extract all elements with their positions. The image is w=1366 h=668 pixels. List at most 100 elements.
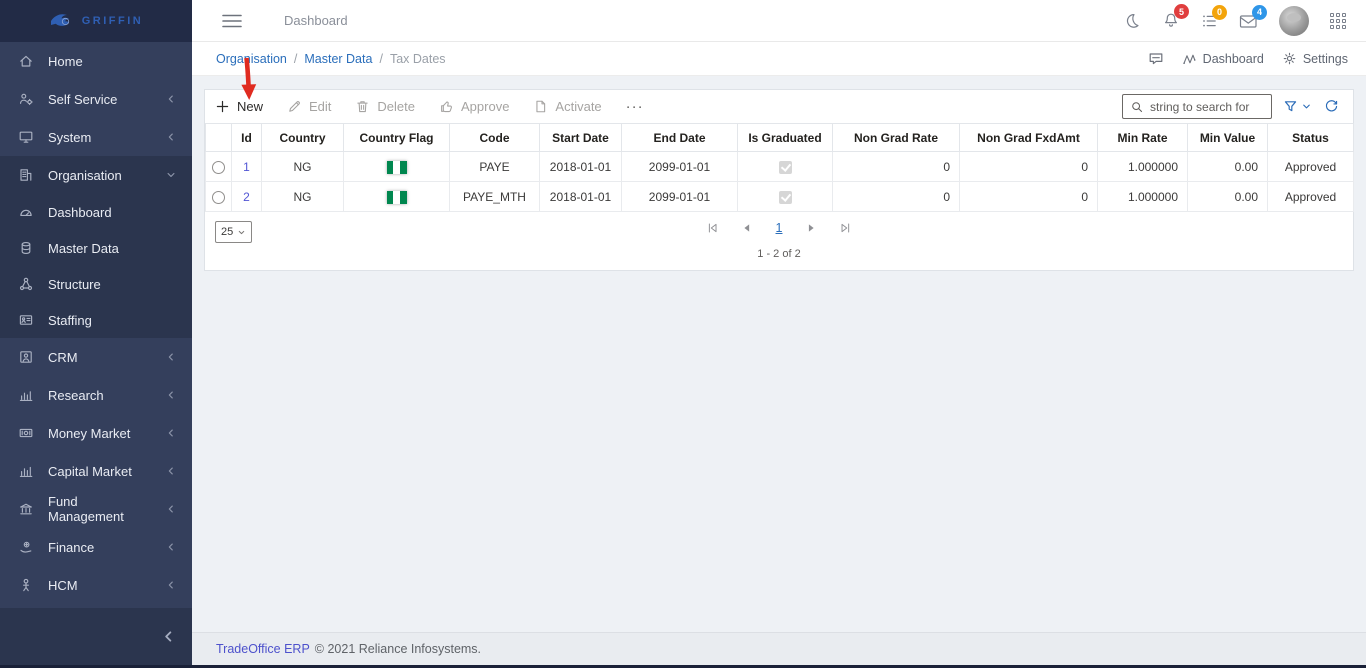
hamburger-menu-icon[interactable] (222, 14, 242, 28)
user-avatar[interactable] (1279, 6, 1309, 36)
comment-button[interactable] (1148, 52, 1164, 66)
chevron-left-icon (166, 352, 176, 362)
column-header-country-flag[interactable]: Country Flag (344, 124, 450, 152)
notifications-badge: 5 (1174, 4, 1189, 19)
chevron-left-icon (166, 390, 176, 400)
page-title: Dashboard (284, 13, 348, 28)
sidebar-item-hcm[interactable]: HCM (0, 566, 192, 604)
column-header-end-date[interactable]: End Date (622, 124, 738, 152)
gear-icon (1282, 51, 1297, 66)
first-page-button[interactable] (706, 221, 720, 235)
sidebar-collapse-button[interactable] (0, 608, 192, 665)
column-header-non-grad-fxdamt[interactable]: Non Grad FxdAmt (960, 124, 1098, 152)
edit-button[interactable]: Edit (287, 99, 331, 114)
dashboard-link[interactable]: Dashboard (1182, 52, 1264, 66)
logo[interactable]: GRIFFIN (0, 0, 192, 42)
new-button[interactable]: New (215, 99, 263, 114)
activity-icon (1182, 52, 1197, 66)
cell-min-rate: 1.000000 (1098, 182, 1188, 212)
chevron-left-icon (166, 94, 176, 104)
sidebar-item-money-market[interactable]: Money Market (0, 414, 192, 452)
column-header-start-date[interactable]: Start Date (540, 124, 622, 152)
footer-copyright: © 2021 Reliance Infosystems. (315, 642, 481, 656)
chevron-left-icon (166, 542, 176, 552)
sidebar-item-self-service[interactable]: Self Service (0, 80, 192, 118)
dashboard-icon (18, 204, 34, 220)
approve-button[interactable]: Approve (439, 99, 509, 114)
cell-min-value: 0.00 (1188, 152, 1268, 182)
table-header-row: Id Country Country Flag Code Start Date … (206, 124, 1354, 152)
previous-page-button[interactable] (740, 221, 754, 235)
tasks-button[interactable]: 0 (1201, 13, 1218, 29)
row-id-link[interactable]: 1 (243, 160, 250, 174)
row-select-radio[interactable] (212, 191, 225, 204)
activate-button[interactable]: Activate (533, 99, 601, 114)
column-header-min-value[interactable]: Min Value (1188, 124, 1268, 152)
more-actions-button[interactable]: ··· (626, 98, 644, 115)
table-row: 1 NG PAYE 2018-01-01 2099-01-01 0 0 1.00… (206, 152, 1354, 182)
trash-icon (355, 99, 370, 114)
next-page-button[interactable] (804, 221, 818, 235)
sidebar-item-capital-market[interactable]: Capital Market (0, 452, 192, 490)
column-header-non-grad-rate[interactable]: Non Grad Rate (833, 124, 960, 152)
tasks-badge: 0 (1212, 5, 1227, 20)
page-size-select[interactable]: 25 (215, 221, 252, 243)
table-row: 2 NG PAYE_MTH 2018-01-01 2099-01-01 0 0 … (206, 182, 1354, 212)
chevron-left-icon (166, 428, 176, 438)
row-id-link[interactable]: 2 (243, 190, 250, 204)
messages-button[interactable]: 4 (1239, 13, 1258, 29)
plus-icon (215, 99, 230, 114)
logo-text: GRIFFIN (82, 15, 144, 27)
pagination-summary: 1 - 2 of 2 (757, 248, 800, 260)
column-header-status[interactable]: Status (1268, 124, 1354, 152)
cell-status: Approved (1268, 182, 1354, 212)
column-header-is-graduated[interactable]: Is Graduated (738, 124, 833, 152)
page-number-current[interactable]: 1 (774, 221, 785, 235)
sidebar-group-organisation: Organisation Dashboard Master Data Struc… (0, 156, 192, 338)
select-column-header (206, 124, 232, 152)
sidebar-item-home[interactable]: Home (0, 42, 192, 80)
row-select-radio[interactable] (212, 161, 225, 174)
apps-grid-icon[interactable] (1330, 13, 1346, 29)
sidebar-item-organisation[interactable]: Organisation (0, 156, 192, 194)
refresh-button[interactable] (1324, 99, 1339, 114)
capital-market-icon (18, 463, 34, 479)
search-area (1122, 94, 1343, 119)
sidebar-item-research[interactable]: Research (0, 376, 192, 414)
column-header-min-rate[interactable]: Min Rate (1098, 124, 1188, 152)
footer-brand-link[interactable]: TradeOffice ERP (216, 642, 310, 656)
column-header-country[interactable]: Country (262, 124, 344, 152)
search-box (1122, 94, 1272, 119)
settings-link[interactable]: Settings (1282, 51, 1348, 66)
delete-button[interactable]: Delete (355, 99, 415, 114)
system-icon (18, 129, 34, 145)
sidebar-item-finance[interactable]: Finance (0, 528, 192, 566)
sidebar-item-system[interactable]: System (0, 118, 192, 156)
sidebar: GRIFFIN Home Self Service System Organis… (0, 0, 192, 668)
notifications-button[interactable]: 5 (1162, 12, 1180, 29)
sidebar-item-fund-management[interactable]: Fund Management (0, 490, 192, 528)
sidebar-item-master-data[interactable]: Master Data (0, 230, 192, 266)
document-icon (533, 99, 548, 114)
breadcrumb-master-data[interactable]: Master Data (304, 52, 372, 66)
sidebar-item-structure[interactable]: Structure (0, 266, 192, 302)
dark-mode-button[interactable] (1123, 12, 1141, 30)
column-header-id[interactable]: Id (232, 124, 262, 152)
breadcrumb-separator: / (294, 52, 297, 66)
toolbar: New Edit Delete Approve Activate (205, 90, 1353, 123)
tax-dates-table: Id Country Country Flag Code Start Date … (205, 123, 1354, 212)
breadcrumb-organisation[interactable]: Organisation (216, 52, 287, 66)
cell-non-grad-rate: 0 (833, 152, 960, 182)
last-page-button[interactable] (838, 221, 852, 235)
search-input[interactable] (1150, 100, 1264, 114)
cell-country: NG (262, 152, 344, 182)
column-header-code[interactable]: Code (450, 124, 540, 152)
crm-icon (18, 349, 34, 365)
sidebar-item-dashboard[interactable]: Dashboard (0, 194, 192, 230)
chevron-left-icon (166, 132, 176, 142)
sidebar-item-staffing[interactable]: Staffing (0, 302, 192, 338)
breadcrumb-current: Tax Dates (390, 52, 446, 66)
filter-button[interactable] (1283, 99, 1312, 114)
sidebar-item-crm[interactable]: CRM (0, 338, 192, 376)
filter-refresh-group (1283, 99, 1339, 114)
